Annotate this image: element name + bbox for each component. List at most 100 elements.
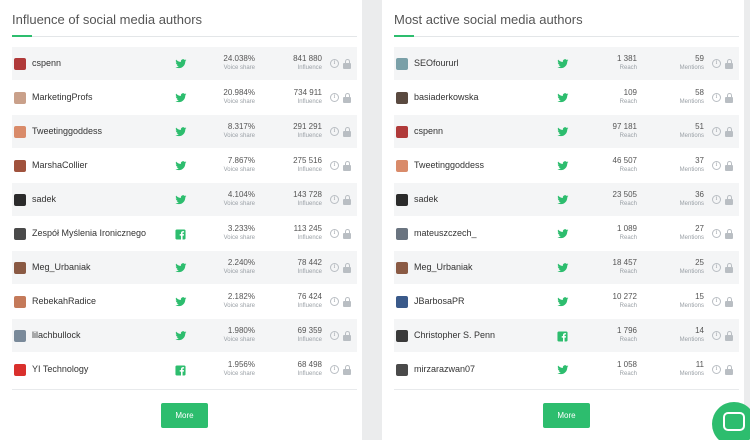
- lock-icon[interactable]: [343, 229, 351, 239]
- author-row[interactable]: basiaderkowska 109 Reach 58 Mentions i: [394, 81, 739, 115]
- info-icon[interactable]: i: [712, 297, 721, 306]
- author-row[interactable]: Tweetinggoddess 8.317% Voice share 291 291 I…: [12, 115, 357, 149]
- lock-icon[interactable]: [725, 365, 733, 375]
- lock-icon[interactable]: [343, 195, 351, 205]
- author-name[interactable]: Christopher S. Penn: [414, 330, 495, 340]
- author-row[interactable]: Tweetinggoddess 46 507 Reach 37 Mentions i: [394, 149, 739, 183]
- stat-label: Influence: [297, 201, 322, 207]
- info-icon[interactable]: i: [330, 161, 339, 170]
- author-avatar: [396, 160, 408, 172]
- author-row[interactable]: cspenn 24.038% Voice share 841 880 Influence…: [12, 47, 357, 81]
- author-row[interactable]: YI Technology 1.956% Voice share 68 498 Infl…: [12, 353, 357, 387]
- info-icon[interactable]: i: [712, 331, 721, 340]
- stat-label: Influence: [297, 235, 322, 241]
- info-icon[interactable]: i: [712, 263, 721, 272]
- lock-icon[interactable]: [343, 297, 351, 307]
- info-icon[interactable]: i: [330, 93, 339, 102]
- lock-icon[interactable]: [725, 93, 733, 103]
- author-row[interactable]: SEOfoururl 1 381 Reach 59 Mentions i: [394, 47, 739, 81]
- author-row[interactable]: Meg_Urbaniak 18 457 Reach 25 Mentions i: [394, 251, 739, 285]
- author-row[interactable]: MarketingProfs 20.984% Voice share 734 911 I…: [12, 81, 357, 115]
- author-row[interactable]: MarshaCollier 7.867% Voice share 275 516 Inf…: [12, 149, 357, 183]
- lock-icon[interactable]: [725, 297, 733, 307]
- info-icon[interactable]: i: [712, 161, 721, 170]
- lock-icon[interactable]: [725, 195, 733, 205]
- voice-share-stat: 4.104% Voice share: [195, 190, 255, 209]
- stat-value: 1 381: [616, 54, 637, 63]
- info-icon[interactable]: i: [330, 59, 339, 68]
- reach-stat: 10 272 Reach: [577, 292, 637, 311]
- author-row[interactable]: RebekahRadice 2.182% Voice share 76 424 Infl…: [12, 285, 357, 319]
- stat-value: 37: [695, 156, 704, 165]
- author-name[interactable]: Meg_Urbaniak: [414, 262, 473, 272]
- author-name[interactable]: MarketingProfs: [32, 92, 93, 102]
- author-name[interactable]: mirzarazwan07: [414, 364, 475, 374]
- author-name[interactable]: SEOfoururl: [414, 58, 459, 68]
- author-name[interactable]: Zespół Myślenia Ironicznego: [32, 228, 146, 238]
- info-icon[interactable]: i: [330, 195, 339, 204]
- reach-stat: 1 058 Reach: [577, 360, 637, 379]
- info-icon[interactable]: i: [712, 365, 721, 374]
- author-name[interactable]: sadek: [414, 194, 438, 204]
- author-name[interactable]: sadek: [32, 194, 56, 204]
- author-name[interactable]: RebekahRadice: [32, 296, 96, 306]
- lock-body: [725, 165, 733, 171]
- author-row[interactable]: cspenn 97 181 Reach 51 Mentions i: [394, 115, 739, 149]
- stat-value: 76 424: [297, 292, 322, 301]
- lock-icon[interactable]: [725, 331, 733, 341]
- chat-launcher-button[interactable]: [712, 402, 750, 440]
- more-button[interactable]: More: [543, 403, 590, 428]
- lock-icon[interactable]: [725, 263, 733, 273]
- chat-icon: [723, 412, 745, 431]
- lock-icon[interactable]: [343, 93, 351, 103]
- author-row[interactable]: mirzarazwan07 1 058 Reach 11 Mentions i: [394, 353, 739, 387]
- author-name[interactable]: Meg_Urbaniak: [32, 262, 91, 272]
- author-row[interactable]: Zespół Myślenia Ironicznego 3.233% Voice s…: [12, 217, 357, 251]
- stat-label: Influence: [297, 65, 322, 71]
- twitter-icon: [557, 125, 569, 137]
- author-name[interactable]: lilachbullock: [32, 330, 81, 340]
- author-avatar: [396, 58, 408, 70]
- lock-icon[interactable]: [343, 59, 351, 69]
- info-icon[interactable]: i: [712, 127, 721, 136]
- author-row[interactable]: JBarbosaPR 10 272 Reach 15 Mentions i: [394, 285, 739, 319]
- author-name[interactable]: cspenn: [414, 126, 443, 136]
- author-row[interactable]: lilachbullock 1.980% Voice share 69 359 Infl…: [12, 319, 357, 353]
- lock-icon[interactable]: [343, 161, 351, 171]
- info-icon[interactable]: i: [712, 59, 721, 68]
- stat-value: 1 796: [616, 326, 637, 335]
- author-row[interactable]: mateuszczech_ 1 089 Reach 27 Mentions i: [394, 217, 739, 251]
- info-icon[interactable]: i: [712, 195, 721, 204]
- author-name[interactable]: basiaderkowska: [414, 92, 479, 102]
- lock-icon[interactable]: [343, 331, 351, 341]
- lock-icon[interactable]: [725, 161, 733, 171]
- lock-icon[interactable]: [343, 127, 351, 137]
- author-name[interactable]: YI Technology: [32, 364, 88, 374]
- author-name[interactable]: Tweetinggoddess: [414, 160, 484, 170]
- author-avatar: [14, 126, 26, 138]
- author-row[interactable]: sadek 4.104% Voice share 143 728 Influence i: [12, 183, 357, 217]
- info-icon[interactable]: i: [330, 331, 339, 340]
- lock-icon[interactable]: [725, 229, 733, 239]
- info-icon[interactable]: i: [330, 365, 339, 374]
- author-name[interactable]: MarshaCollier: [32, 160, 88, 170]
- author-name[interactable]: cspenn: [32, 58, 61, 68]
- lock-icon[interactable]: [343, 263, 351, 273]
- author-name[interactable]: Tweetinggoddess: [32, 126, 102, 136]
- info-icon[interactable]: i: [712, 93, 721, 102]
- author-name[interactable]: mateuszczech_: [414, 228, 477, 238]
- info-icon[interactable]: i: [330, 297, 339, 306]
- author-row[interactable]: Meg_Urbaniak 2.240% Voice share 78 442 Influ…: [12, 251, 357, 285]
- stat-label: Reach: [619, 133, 637, 139]
- lock-icon[interactable]: [725, 127, 733, 137]
- more-button[interactable]: More: [161, 403, 208, 428]
- lock-icon[interactable]: [343, 365, 351, 375]
- author-row[interactable]: Christopher S. Penn 1 796 Reach 14 Mentions i: [394, 319, 739, 353]
- info-icon[interactable]: i: [330, 263, 339, 272]
- info-icon[interactable]: i: [330, 127, 339, 136]
- info-icon[interactable]: i: [712, 229, 721, 238]
- lock-icon[interactable]: [725, 59, 733, 69]
- author-name[interactable]: JBarbosaPR: [414, 296, 465, 306]
- info-icon[interactable]: i: [330, 229, 339, 238]
- author-row[interactable]: sadek 23 505 Reach 36 Mentions i: [394, 183, 739, 217]
